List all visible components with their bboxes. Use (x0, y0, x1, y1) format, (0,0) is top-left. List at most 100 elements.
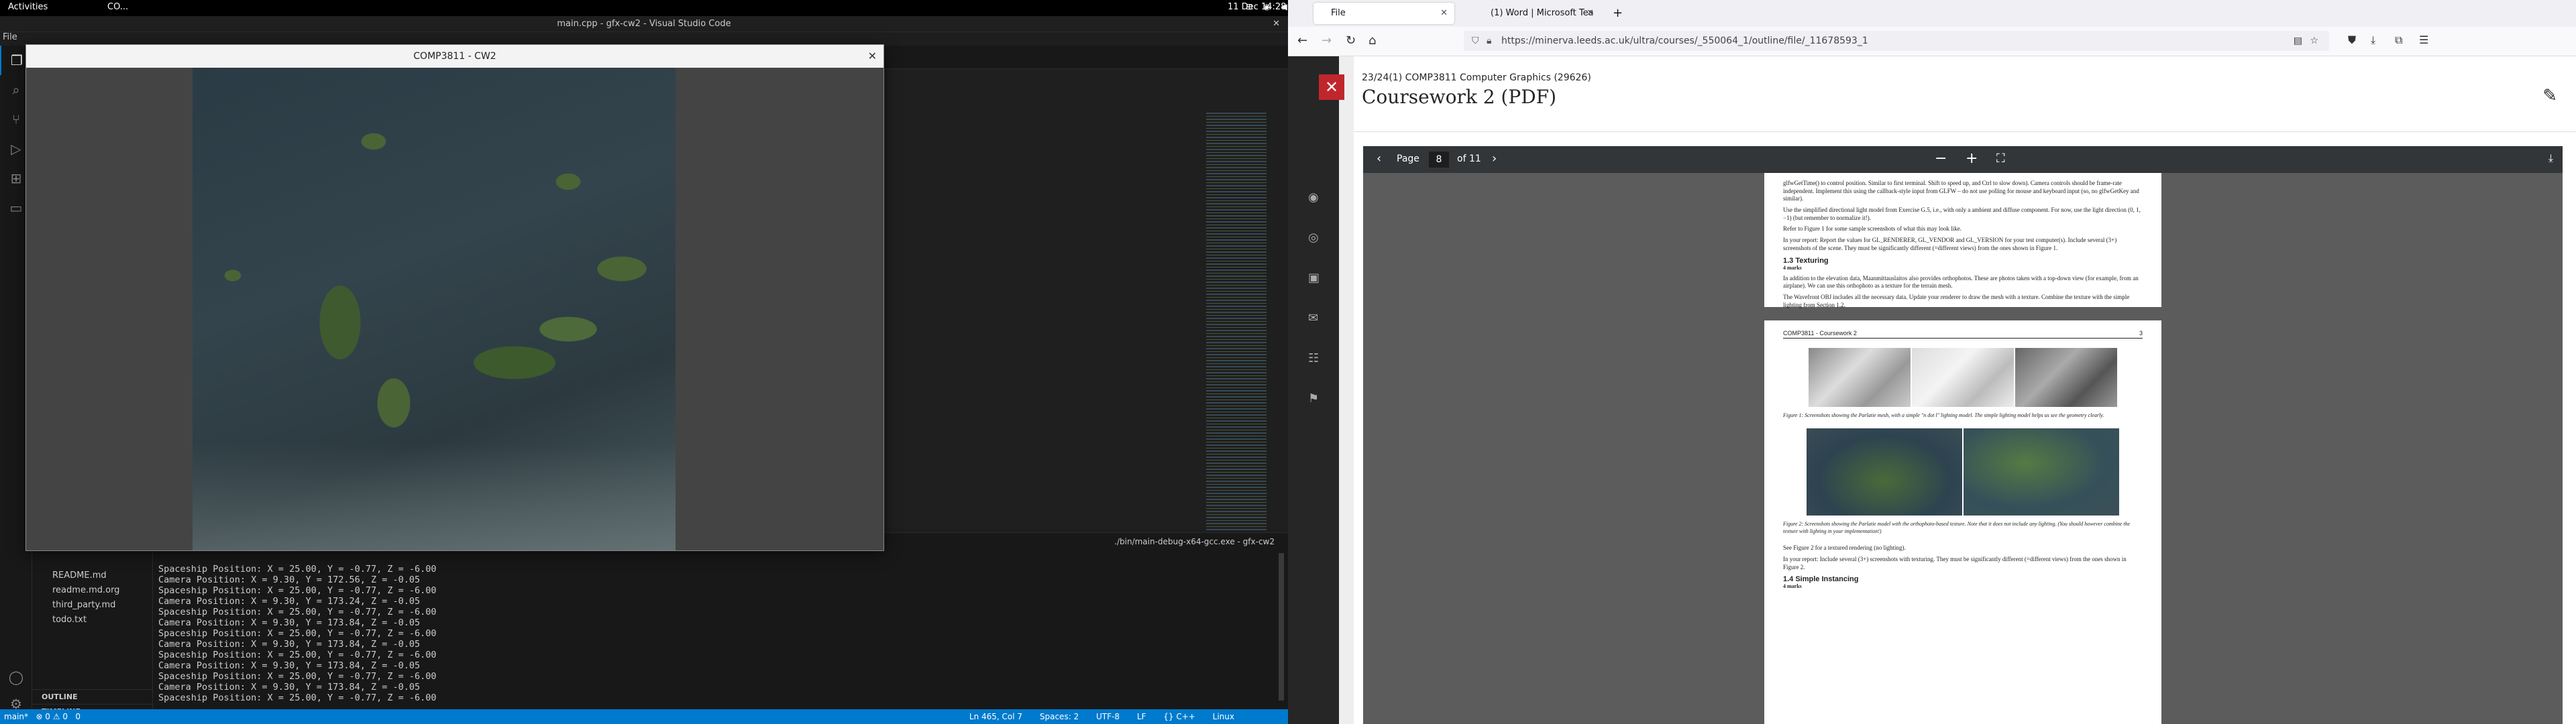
home-icon[interactable]: ⌂ (1368, 34, 1376, 48)
url-text: https://minerva.leeds.ac.uk/ultra/course… (1501, 36, 1868, 46)
menu-file[interactable]: File (0, 32, 20, 46)
nav-icon[interactable]: ◎ (1308, 231, 1319, 245)
eol-status[interactable]: LF (1137, 712, 1146, 721)
render-viewport[interactable] (26, 68, 883, 550)
terminal-output[interactable]: Spaceship Position: X = 25.00, Y = -0.77… (158, 564, 437, 703)
reload-icon[interactable]: ↻ (1346, 34, 1356, 48)
figure-image (1807, 428, 1962, 516)
tab-label: (1) Word | Microsoft Tea (1491, 8, 1594, 18)
fullscreen-icon[interactable]: ⛶ (1996, 152, 2005, 166)
terminal-line: Spaceship Position: X = 25.00, Y = -0.77… (158, 692, 437, 703)
terminal-line: Camera Position: X = 9.30, Y = 172.56, Z… (158, 575, 421, 585)
back-icon[interactable]: ← (1297, 34, 1307, 48)
shield-icon[interactable]: ⛉ (1472, 31, 1479, 51)
terminal-title[interactable]: ./bin/main-debug-x64-gcc.exe - gfx-cw2 (1114, 537, 1275, 546)
pdf-paragraph: In your report: Report the values for GL… (1783, 237, 2117, 251)
url-bar[interactable]: ⛉ 🔒︎ https://minerva.leeds.ac.uk/ultra/c… (1464, 31, 2329, 51)
download-icon[interactable]: ⤓ (2548, 152, 2553, 165)
ports-status[interactable]: 0 (75, 712, 80, 721)
pdf-toolbar: ‹ Page 8 of 11 › − + ⛶ ⤓ (1363, 146, 2563, 173)
firefox-window: File ✕ (1) Word | Microsoft Tea ✕ + ← → ↻ … (1288, 0, 2576, 724)
divider (1354, 131, 2576, 132)
download-icon[interactable]: ⤓ (2371, 34, 2375, 47)
extensions-icon[interactable]: ⧉ (2395, 34, 2402, 47)
pdf-section-heading: 1.3 Texturing (1783, 256, 1829, 265)
terminal-line: Camera Position: X = 9.30, Y = 173.24, Z… (158, 596, 421, 607)
page-label: Page (1397, 154, 1419, 164)
pocket-icon[interactable]: ⛊ (2348, 34, 2356, 47)
tab-word[interactable]: (1) Word | Microsoft Tea ✕ (1473, 3, 1601, 24)
terminal-line: Spaceship Position: X = 25.00, Y = -0.77… (158, 671, 437, 682)
next-page-icon[interactable]: › (1492, 152, 1497, 166)
tab-strip: File ✕ (1) Word | Microsoft Tea ✕ + (1288, 0, 2576, 27)
outline-header[interactable]: OUTLINE (32, 689, 153, 704)
tab-label: File (1331, 8, 1346, 18)
file-item[interactable]: README.md (32, 568, 153, 583)
encoding-status[interactable]: UTF-8 (1096, 712, 1120, 721)
tab-file[interactable]: File ✕ (1313, 3, 1454, 24)
menu-icon[interactable]: ☰ (2419, 34, 2428, 46)
pdf-marks: 4 marks (1783, 583, 1802, 590)
pdf-paragraph: Use the simplified directional light mod… (1783, 206, 2141, 221)
figure-caption: Figure 1: Screenshots showing the Parlat… (1783, 412, 2104, 418)
minimap[interactable] (1206, 113, 1267, 542)
terminal-line: Spaceship Position: X = 25.00, Y = -0.77… (158, 607, 437, 617)
terrain-haze (193, 443, 676, 550)
figure-image (1964, 428, 2119, 516)
terminal-line: Spaceship Position: X = 25.00, Y = -0.77… (158, 628, 437, 639)
nav-bar: ← → ↻ ⌂ ⛉ 🔒︎ https://minerva.leeds.ac.uk… (1288, 27, 2576, 56)
active-app-menu[interactable]: CO... (107, 2, 128, 12)
file-item[interactable]: todo.txt (32, 613, 153, 627)
file-item[interactable]: third_party.md (32, 598, 153, 613)
problems-status[interactable]: ⊗ 0 ⚠ 0 (36, 712, 68, 721)
close-icon[interactable]: ✕ (1273, 16, 1280, 32)
terminal-line: Camera Position: X = 9.30, Y = 173.84, Z… (158, 639, 421, 650)
activities-button[interactable]: Activities (8, 2, 48, 12)
lock-icon[interactable]: 🔒︎ (1487, 31, 1491, 51)
page-number-input[interactable]: 8 (1429, 152, 1449, 168)
close-icon[interactable]: ✕ (868, 45, 877, 68)
zoom-in-icon[interactable]: + (1966, 150, 1978, 167)
reader-icon[interactable]: ▤ (2294, 31, 2302, 51)
os-status[interactable]: Linux (1213, 712, 1234, 721)
nav-icon[interactable]: ▣ (1308, 271, 1320, 285)
forward-icon[interactable]: → (1322, 34, 1332, 48)
page-title: Coursework 2 (PDF) (1362, 86, 1556, 108)
branch-status[interactable]: main* (4, 712, 28, 721)
language-status[interactable]: {} C++ (1163, 712, 1195, 721)
close-tab-icon[interactable]: ✕ (1587, 3, 1594, 24)
pdf-marks: 4 marks (1783, 264, 1802, 271)
file-item[interactable]: readme.md.org (32, 583, 153, 598)
indent-status[interactable]: Spaces: 2 (1040, 712, 1079, 721)
app-title: COMP3811 - CW2 (413, 51, 496, 62)
terminal-line: Spaceship Position: X = 25.00, Y = -0.77… (158, 564, 437, 575)
pdf-viewer[interactable]: glfwGetTime() to control position. Simil… (1363, 173, 2563, 724)
app-titlebar[interactable]: COMP3811 - CW2 ✕ (26, 45, 883, 68)
close-tab-icon[interactable]: ✕ (1440, 3, 1448, 24)
account-icon[interactable]: ◯ (0, 662, 32, 692)
zoom-out-icon[interactable]: − (1935, 150, 1947, 167)
pdf-section-heading: 1.4 Simple Instancing (1783, 575, 1859, 584)
status-bar: main* ⊗ 0 ⚠ 0 0 Ln 465, Col 7 Spaces: 2 … (0, 709, 1288, 724)
new-tab-icon[interactable]: + (1607, 3, 1627, 24)
nav-icon[interactable]: ◉ (1308, 190, 1319, 204)
close-panel-button[interactable]: ✕ (1319, 74, 1344, 100)
terminal-line: Spaceship Position: X = 25.00, Y = -0.77… (158, 650, 437, 660)
terminal-line: Camera Position: X = 9.30, Y = 173.84, Z… (158, 682, 421, 692)
terminal-panel: ./bin/main-debug-x64-gcc.exe - gfx-cw2 S… (153, 532, 1288, 709)
vscode-title: main.cpp - gfx-cw2 - Visual Studio Code (557, 19, 731, 29)
nav-icon[interactable]: ⚑ (1308, 391, 1319, 406)
figure-1-images (1783, 348, 2143, 407)
nav-icon[interactable]: ✉ (1308, 311, 1318, 325)
course-name: 23/24(1) COMP3811 Computer Graphics (296… (1362, 72, 1591, 83)
nav-icon[interactable]: ☷ (1308, 351, 1319, 365)
pdf-header-page: 3 (2139, 330, 2143, 337)
figure-caption: Figure 2: Screenshots showing the Parlat… (1783, 521, 2131, 534)
prev-page-icon[interactable]: ‹ (1377, 152, 1381, 166)
star-icon[interactable]: ☆ (2310, 31, 2318, 51)
terminal-line: Spaceship Position: X = 25.00, Y = -0.77… (158, 585, 437, 596)
terminal-scrollbar[interactable] (1279, 553, 1284, 701)
ai-assist-icon[interactable]: ✎ (2542, 86, 2557, 106)
page-count: of 11 (1457, 154, 1481, 164)
cursor-position[interactable]: Ln 465, Col 7 (969, 712, 1022, 721)
